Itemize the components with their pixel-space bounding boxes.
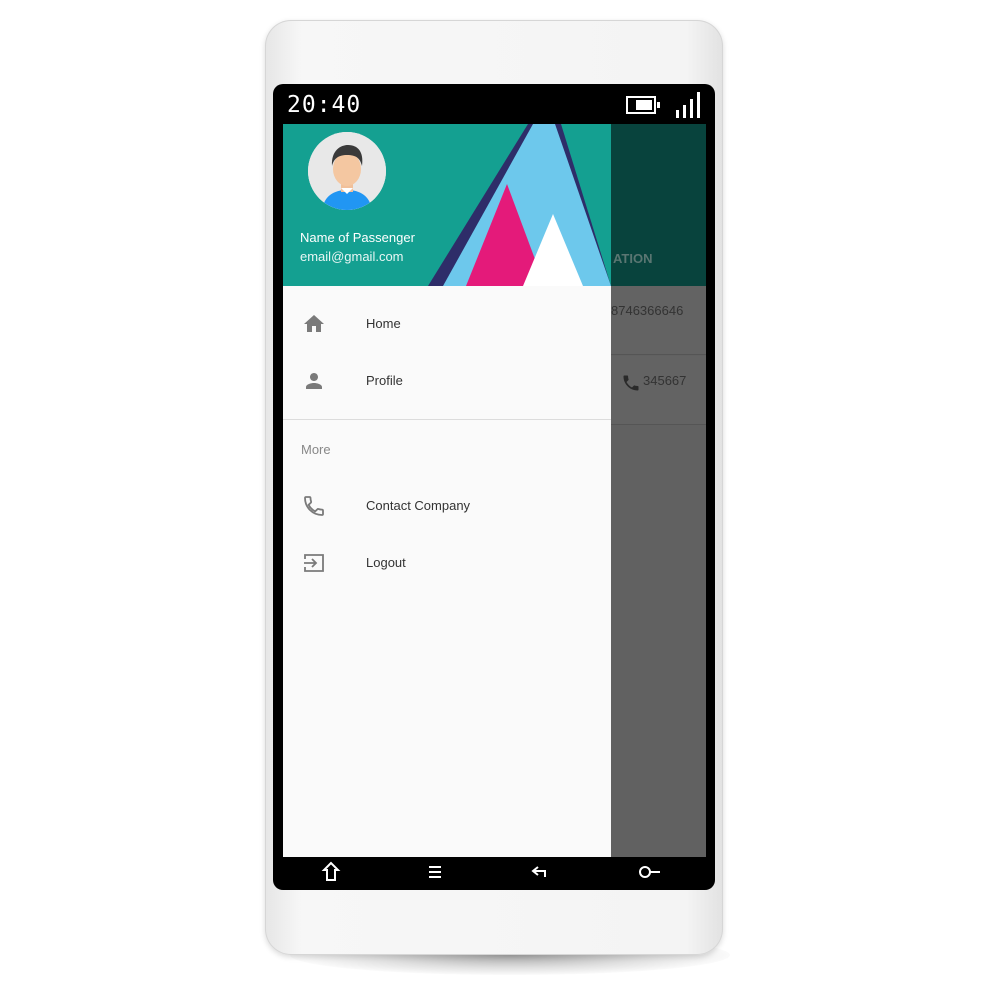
avatar-person-icon [308, 132, 386, 210]
back-nav-icon[interactable] [529, 860, 553, 884]
home-icon [304, 315, 324, 332]
app-screen: ATION 8746366646 345667 Name of Passenge… [283, 124, 706, 857]
logout-icon [304, 554, 324, 572]
drawer-item-logout[interactable]: Logout [283, 535, 611, 591]
phone-icon [623, 375, 639, 391]
drawer-divider [283, 419, 611, 420]
phone-icon [304, 496, 324, 516]
drawer-item-label: Home [366, 316, 401, 331]
drawer-item-profile[interactable]: Profile [283, 353, 611, 409]
drawer-header: Name of Passenger email@gmail.com [283, 124, 611, 286]
person-icon [306, 373, 322, 389]
drawer-item-label: Profile [366, 373, 403, 388]
navigation-bar [283, 857, 706, 887]
drawer-item-label: Logout [366, 555, 406, 570]
drawer-item-label: Contact Company [366, 498, 471, 513]
signal-icon [674, 92, 704, 118]
navigation-drawer: Name of Passenger email@gmail.com Home P… [283, 124, 611, 857]
key-nav-icon[interactable] [637, 860, 661, 884]
drawer-section-label: More [301, 442, 331, 457]
menu-nav-icon[interactable] [423, 860, 447, 884]
avatar[interactable] [308, 132, 386, 210]
user-name: Name of Passenger [300, 230, 415, 245]
home-nav-icon[interactable] [319, 860, 343, 884]
background-header-text: ATION [613, 251, 653, 266]
drawer-item-contact-company[interactable]: Contact Company [283, 478, 611, 534]
battery-icon [626, 96, 660, 114]
background-row-text: 8746366646 [611, 303, 684, 318]
status-time: 20:40 [287, 92, 362, 118]
user-email: email@gmail.com [300, 249, 404, 264]
background-row-text: 345667 [643, 373, 687, 388]
drawer-item-home[interactable]: Home [283, 296, 611, 352]
